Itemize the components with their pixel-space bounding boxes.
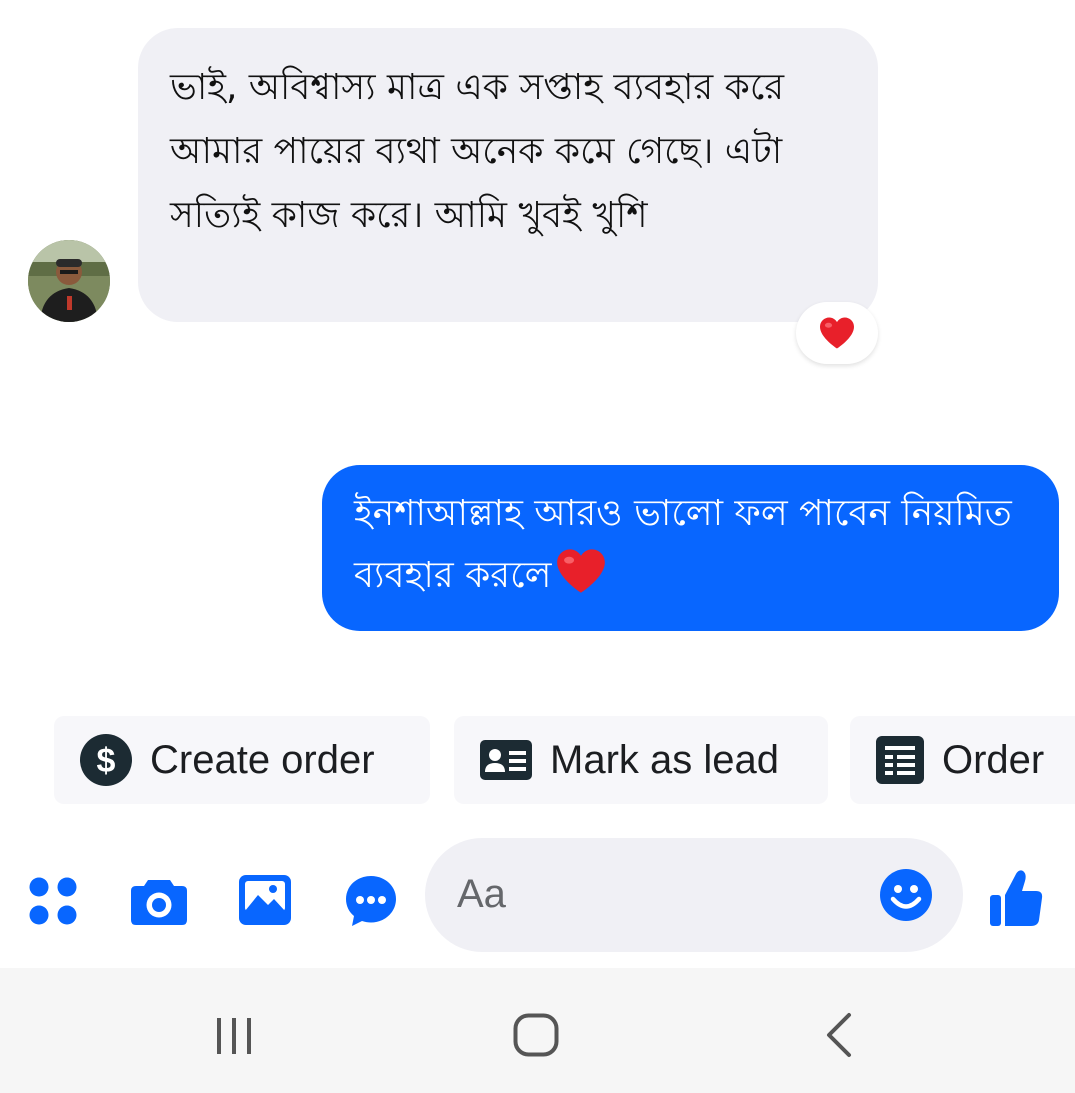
order-button[interactable]: Order — [850, 716, 1075, 804]
outgoing-message-content: ইনশাআল্লাহ আরও ভালো ফল পাবেন নিয়মিত ব্য… — [354, 483, 1029, 615]
svg-text:$: $ — [97, 742, 116, 780]
avatar[interactable] — [28, 240, 110, 322]
outgoing-message-text: ইনশাআল্লাহ আরও ভালো ফল পাবেন নিয়মিত ব্য… — [354, 493, 1012, 596]
gallery-button[interactable] — [238, 874, 292, 930]
apps-button[interactable] — [28, 876, 78, 930]
outgoing-message-bubble[interactable]: ইনশাআল্লাহ আরও ভালো ফল পাবেন নিয়মিত ব্য… — [322, 465, 1059, 631]
chat-button[interactable] — [344, 874, 398, 932]
message-input-placeholder: Aa — [457, 872, 506, 916]
apps-icon — [29, 877, 77, 925]
heart-icon — [820, 317, 854, 349]
camera-icon — [131, 880, 187, 925]
avatar-photo — [28, 240, 110, 322]
recents-icon — [217, 1018, 251, 1054]
camera-button[interactable] — [130, 876, 188, 930]
home-button[interactable] — [513, 1013, 559, 1061]
navigation-bar — [0, 968, 1075, 1093]
order-label: Order — [942, 737, 1045, 782]
incoming-message-bubble[interactable]: ভাই, অবিশ্বাস্য মাত্র এক সপ্তাহ ব্যবহার … — [138, 28, 878, 322]
order-list-icon — [876, 736, 924, 784]
heart-emoji-icon — [555, 547, 607, 615]
message-input[interactable]: Aa — [425, 838, 963, 952]
home-icon — [513, 1013, 559, 1057]
chat-icon — [346, 876, 396, 926]
emoji-icon — [880, 869, 932, 921]
dollar-icon: $ — [80, 734, 132, 786]
back-button[interactable] — [824, 1012, 854, 1062]
gallery-icon — [239, 875, 291, 925]
recents-button[interactable] — [214, 1016, 254, 1060]
contact-card-icon — [480, 740, 532, 780]
message-reaction[interactable] — [796, 302, 878, 364]
messenger-chat: ভাই, অবিশ্বাস্য মাত্র এক সপ্তাহ ব্যবহার … — [0, 0, 1075, 1093]
mark-as-lead-label: Mark as lead — [550, 737, 779, 782]
emoji-button[interactable] — [879, 868, 933, 926]
back-icon — [827, 1013, 851, 1057]
create-order-button[interactable]: $ Create order — [54, 716, 430, 804]
thumbs-up-icon — [990, 870, 1043, 926]
create-order-label: Create order — [150, 737, 375, 782]
like-button[interactable] — [988, 868, 1044, 932]
mark-as-lead-button[interactable]: Mark as lead — [454, 716, 828, 804]
incoming-message-text: ভাই, অবিশ্বাস্য মাত্র এক সপ্তাহ ব্যবহার … — [170, 67, 785, 236]
